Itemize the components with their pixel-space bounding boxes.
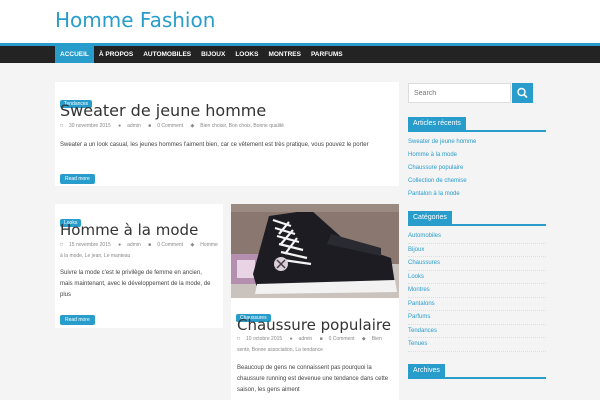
post-card: Looks Homme à la mode □ 15 novembre 2015 … <box>55 204 223 328</box>
recent-post-link[interactable]: Collection de chemise <box>408 175 546 188</box>
widget-divider <box>408 224 546 226</box>
post-date[interactable]: 15 novembre 2015 <box>69 242 111 248</box>
tag-icon: ◆ <box>361 336 366 342</box>
category-link[interactable]: Parfums <box>408 311 546 325</box>
comment-icon: ■ <box>148 242 152 248</box>
post-excerpt: Suivre la mode c'est le privilège de fem… <box>60 270 211 298</box>
user-icon: ● <box>118 242 122 248</box>
post-author[interactable]: admin <box>299 336 313 342</box>
search-icon <box>517 87 528 99</box>
post-title[interactable]: Chaussure populaire <box>237 316 391 334</box>
calendar-icon: □ <box>60 242 64 248</box>
post-meta: □ 10 octobre 2015 ● admin ■ 0 Comment ◆ Bien… <box>237 335 397 355</box>
post-tags[interactable]: Bien choisir, Bon choix, Bonne qualité <box>200 123 284 129</box>
post-featured-image[interactable] <box>231 204 399 298</box>
nav-item-bijoux[interactable]: BIJOUX <box>196 46 230 63</box>
post-tags[interactable]: Homme <box>200 242 218 248</box>
post-date[interactable]: 30 novembre 2015 <box>69 123 111 129</box>
recent-post-link[interactable]: Pantalon à la mode <box>408 188 546 201</box>
post-title[interactable]: Homme à la mode <box>60 221 198 239</box>
post-title[interactable]: Sweater de jeune homme <box>60 101 266 120</box>
post-tags-continued[interactable]: à la mode, Le jean, Le manteau <box>60 252 222 261</box>
user-icon: ● <box>289 336 293 342</box>
tag-icon: ◆ <box>190 123 195 129</box>
recent-post-link[interactable]: Homme à la mode <box>408 149 546 162</box>
main-navigation: ACCUEIL À PROPOS AUTOMOBILES BIJOUX LOOK… <box>0 43 600 63</box>
archives-title: Archives <box>408 363 445 377</box>
comment-icon: ■ <box>148 123 152 129</box>
category-link[interactable]: Bijoux <box>408 244 546 257</box>
sidebar: Articles récents Sweater de jeune homme … <box>408 83 546 379</box>
post-comments[interactable]: 0 Comment <box>329 336 355 342</box>
category-link[interactable]: Tendances <box>408 325 546 338</box>
post-card: Tendances Sweater de jeune homme □ 30 nov… <box>55 82 399 186</box>
post-date[interactable]: 10 octobre 2015 <box>246 336 282 342</box>
calendar-icon: □ <box>237 336 241 342</box>
user-icon: ● <box>118 123 122 129</box>
post-comments[interactable]: 0 Comment <box>157 123 183 129</box>
recent-posts-title: Articles récents <box>408 117 466 130</box>
comment-icon: ■ <box>319 336 323 342</box>
recent-post-link[interactable]: Sweater de jeune homme <box>408 136 546 149</box>
post-meta: □ 30 novembre 2015 ● admin ■ 0 Comment ◆ Bie… <box>60 122 290 131</box>
category-link[interactable]: Tenues <box>408 338 546 352</box>
nav-item-parfums[interactable]: PARFUMS <box>306 46 348 63</box>
post-tags[interactable]: Bien <box>372 336 382 342</box>
category-link[interactable]: Automobiles <box>408 230 546 244</box>
category-link[interactable]: Chaussures <box>408 257 546 271</box>
tag-icon: ◆ <box>190 242 195 248</box>
nav-item-montres[interactable]: MONTRES <box>263 46 306 63</box>
post-author[interactable]: admin <box>127 242 141 248</box>
nav-item-accueil[interactable]: ACCUEIL <box>55 46 94 63</box>
category-link[interactable]: Pantalons <box>408 298 546 311</box>
read-more-button[interactable]: Read more <box>60 174 95 184</box>
nav-item-a-propos[interactable]: À PROPOS <box>94 46 138 63</box>
category-link[interactable]: Looks <box>408 271 546 284</box>
post-author[interactable]: admin <box>127 123 141 129</box>
search-form <box>408 83 546 103</box>
categories-list: Automobiles Bijoux Chaussures Looks Mont… <box>408 230 546 352</box>
post-comments[interactable]: 0 Comment <box>157 242 183 248</box>
nav-item-automobiles[interactable]: AUTOMOBILES <box>138 46 196 63</box>
search-button[interactable] <box>512 83 533 103</box>
calendar-icon: □ <box>60 123 64 129</box>
category-link[interactable]: Montres <box>408 284 546 298</box>
widget-divider <box>408 376 546 379</box>
categories-title: Catégories <box>408 211 452 224</box>
site-title[interactable]: Homme Fashion <box>55 8 215 32</box>
search-input[interactable] <box>408 83 511 103</box>
post-tags-continued[interactable]: sentir, Bonne association, La tendance <box>237 346 397 355</box>
nav-item-looks[interactable]: LOOKS <box>230 46 263 63</box>
recent-post-link[interactable]: Chaussure populaire <box>408 162 546 175</box>
widget-divider <box>408 130 546 132</box>
sneakers-image <box>231 204 399 298</box>
read-more-button[interactable]: Read more <box>60 315 95 325</box>
post-excerpt: Beaucoup de gens ne connaissent pas pour… <box>237 365 389 393</box>
post-excerpt: Sweater a un look casual, les jeunes hom… <box>60 142 369 148</box>
post-meta: □ 15 novembre 2015 ● admin ■ 0 Comment ◆ Hom… <box>60 241 222 261</box>
recent-posts-list: Sweater de jeune homme Homme à la mode C… <box>408 136 546 201</box>
